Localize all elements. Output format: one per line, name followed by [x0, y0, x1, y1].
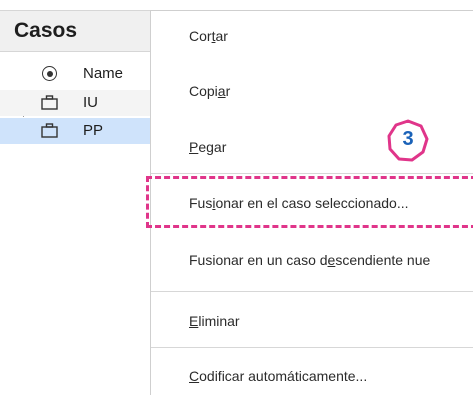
menu-item-label: Copiar [189, 83, 231, 99]
tree-header: Casos [0, 10, 150, 52]
menu-item-copy[interactable]: Copiar [151, 67, 473, 111]
add-circle-icon [40, 64, 60, 84]
menu-separator [151, 291, 473, 292]
menu-separator [151, 347, 473, 348]
menu-item-label: Cortar [189, 28, 228, 44]
tree-title: Casos [14, 19, 78, 42]
tree-item-iu[interactable]: IU [0, 90, 150, 116]
menu-item-merge-descendant[interactable]: Fusionar en un caso descendiente nue [151, 237, 473, 281]
menu-item-autocode[interactable]: Codificar automáticamente... [151, 354, 473, 398]
menu-item-label: Codificar automáticamente... [189, 368, 368, 384]
menu-item-label: Eliminar [189, 313, 240, 329]
menu-item-cut[interactable]: Cortar [151, 13, 473, 57]
tree-item-label: IU [83, 94, 98, 111]
case-icon [40, 93, 60, 113]
tree-item-pp[interactable]: PP [0, 118, 150, 144]
tree-item-label: PP [83, 122, 104, 139]
step-badge: 3 [385, 118, 431, 164]
step-number: 3 [402, 128, 414, 150]
tree-item-label: Name [83, 65, 124, 82]
highlight-box [146, 176, 473, 228]
tree-item-name[interactable]: Name [0, 61, 150, 87]
cases-tree-panel: Casos Name IU PP [0, 0, 150, 394]
menu-item-label: Fusionar en un caso descendiente nue [189, 252, 431, 268]
menu-item-label: Pegar [189, 139, 227, 155]
case-icon [40, 121, 60, 141]
menu-separator [151, 173, 473, 174]
menu-item-delete[interactable]: Eliminar [151, 299, 473, 343]
